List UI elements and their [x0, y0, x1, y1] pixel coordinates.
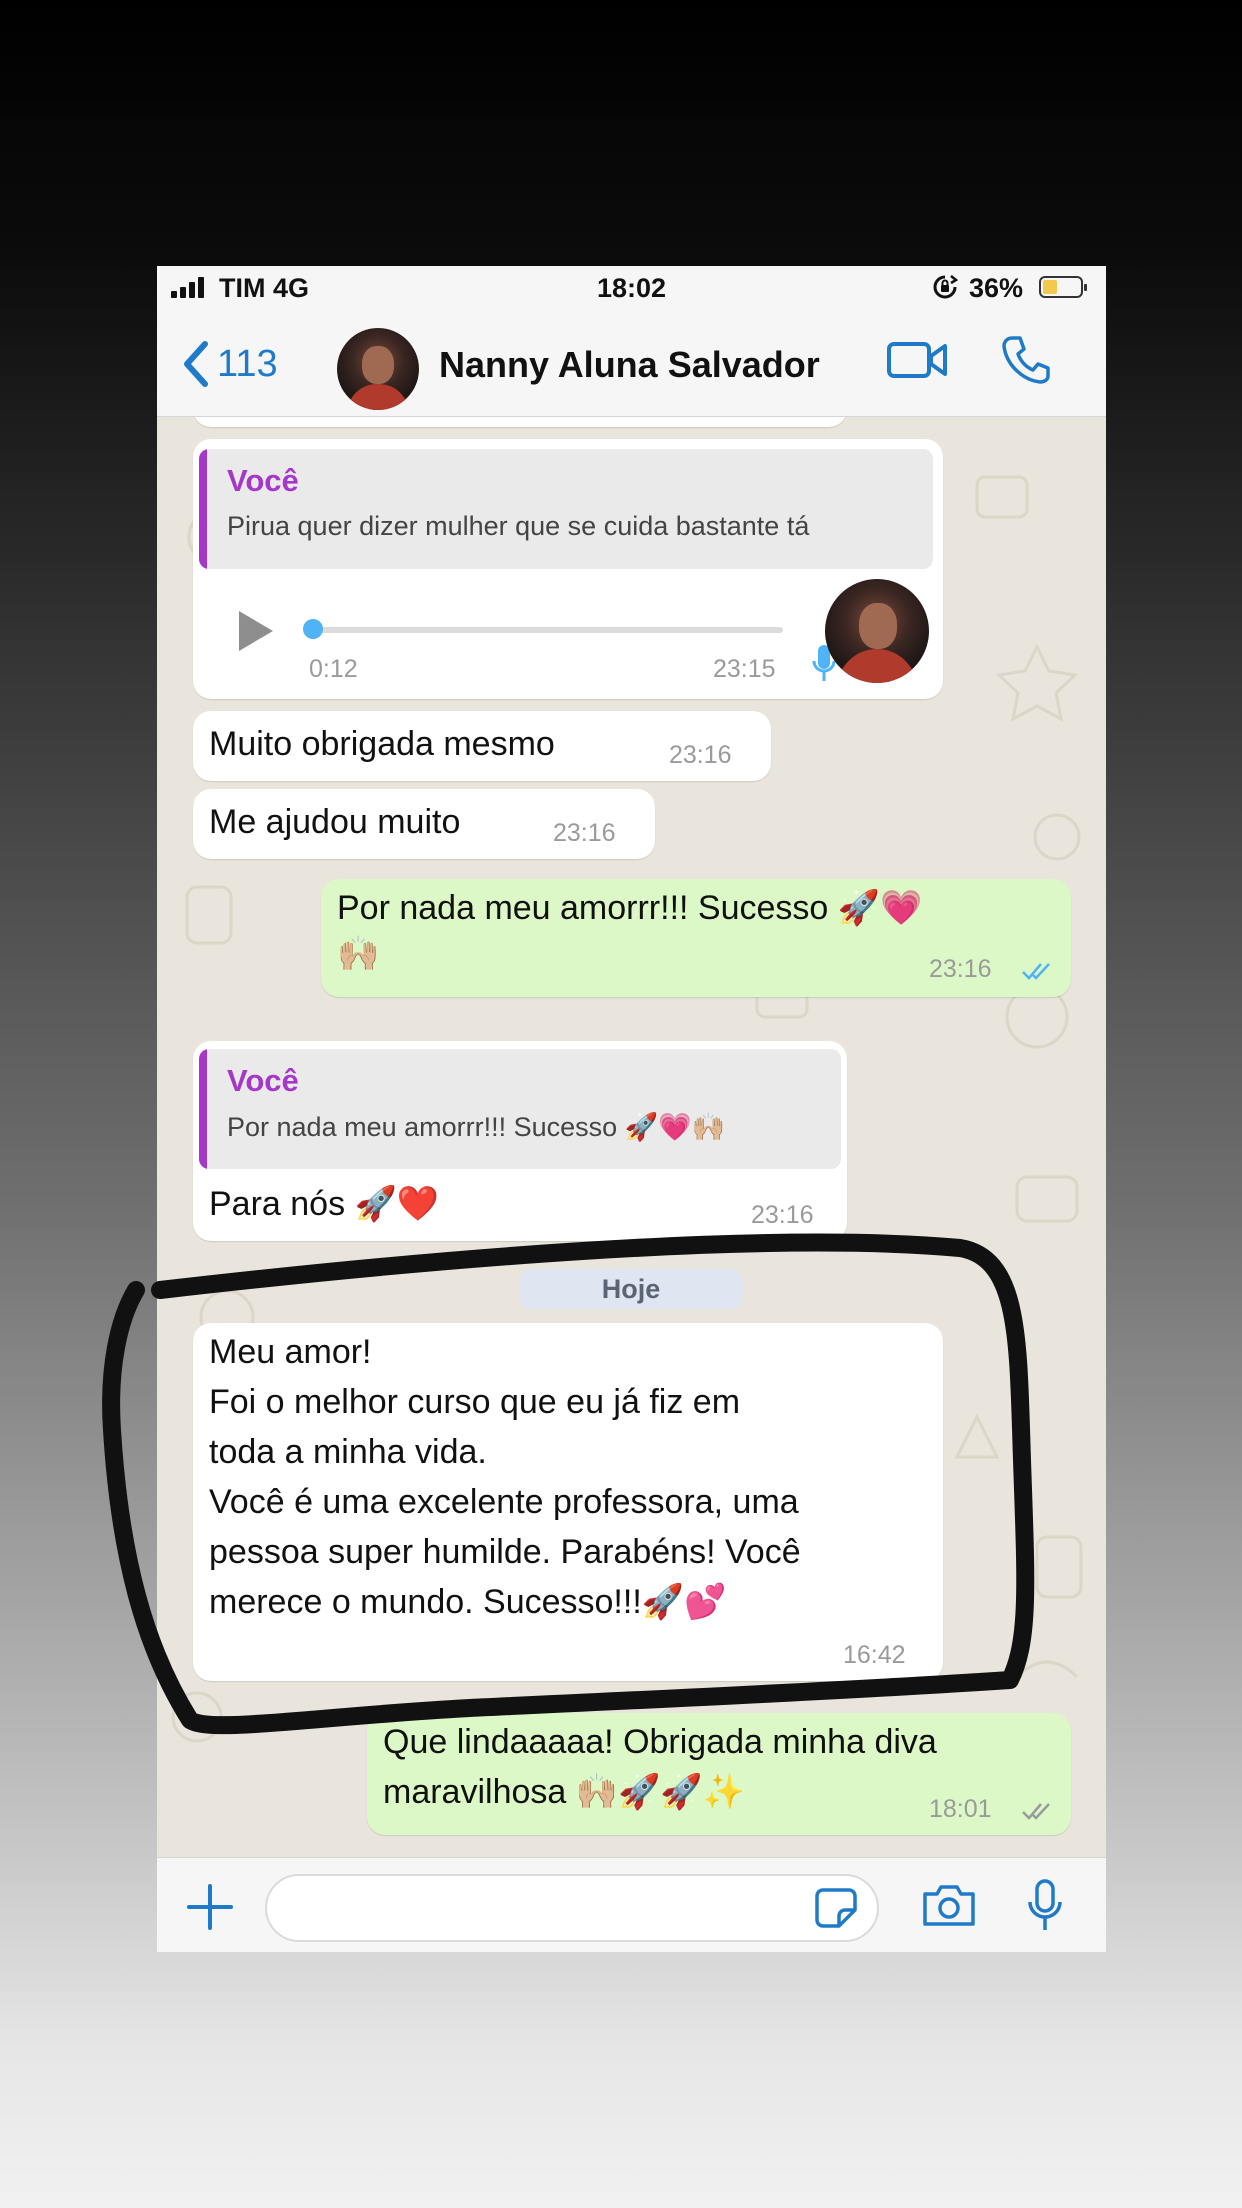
message-text-line2: maravilhosa 🙌🏼🚀🚀✨ — [383, 1773, 746, 1811]
contact-avatar[interactable] — [337, 328, 419, 410]
phone-icon[interactable] — [1000, 334, 1052, 386]
double-check-icon — [1022, 963, 1050, 980]
lock-rotation-icon — [933, 275, 958, 299]
battery-icon — [1039, 276, 1087, 298]
camera-icon[interactable] — [921, 1882, 977, 1928]
sender-avatar — [825, 579, 929, 683]
back-chevron-icon — [184, 341, 208, 387]
message-text-line1: Que lindaaaaa! Obrigada minha diva — [383, 1723, 937, 1761]
message-bubble-incoming[interactable]: Muito obrigada mesmo 23:16 — [193, 711, 771, 781]
message-bubble-partial — [193, 417, 847, 427]
message-text-line2: Foi o melhor curso que eu já fiz em — [209, 1383, 741, 1421]
message-bubble-incoming[interactable]: Você Por nada meu amorrr!!! Sucesso 🚀💗🙌🏼… — [193, 1041, 847, 1241]
quote-text: Por nada meu amorrr!!! Sucesso 🚀💗🙌🏼 — [227, 1112, 726, 1142]
contact-name[interactable]: Nanny Aluna Salvador — [439, 344, 820, 386]
audio-progress-track[interactable] — [313, 627, 783, 633]
plus-icon[interactable] — [187, 1884, 233, 1930]
message-text: Para nós 🚀❤️ — [209, 1185, 440, 1223]
message-bubble-outgoing[interactable]: Que lindaaaaa! Obrigada minha diva marav… — [367, 1713, 1071, 1835]
message-input[interactable] — [265, 1874, 879, 1942]
quote-author: Você — [227, 463, 299, 498]
message-text-line6: merece o mundo. Sucesso!!!🚀💕 — [209, 1583, 727, 1621]
message-text: Me ajudou muito — [209, 803, 461, 841]
message-bubble-incoming[interactable]: Me ajudou muito 23:16 — [193, 789, 655, 859]
message-time: 16:42 — [843, 1641, 906, 1669]
message-time: 23:16 — [929, 955, 992, 983]
mic-icon[interactable] — [1027, 1878, 1063, 1934]
clock: 18:02 — [596, 273, 667, 303]
play-icon[interactable] — [235, 609, 275, 653]
message-text-line3: toda a minha vida. — [209, 1433, 487, 1471]
phone-screen: TIM 4G 18:02 36% 113 Nanny Aluna Salvado… — [157, 266, 1106, 1952]
message-text-line2: 🙌🏼 — [337, 935, 380, 973]
message-text-line5: pessoa super humilde. Parabéns! Você — [209, 1533, 801, 1571]
audio-duration: 0:12 — [309, 655, 358, 683]
quote-text: Pirua quer dizer mulher que se cuida bas… — [227, 511, 810, 541]
message-time: 23:15 — [713, 655, 776, 683]
message-time: 23:16 — [553, 819, 616, 847]
message-text-line1: Por nada meu amorrr!!! Sucesso 🚀💗 — [337, 889, 923, 927]
composer-bar — [157, 1857, 1106, 1952]
quoted-message[interactable]: Você Pirua quer dizer mulher que se cuid… — [199, 449, 933, 569]
message-bubble-incoming[interactable]: Você Pirua quer dizer mulher que se cuid… — [193, 439, 943, 699]
sticker-icon[interactable] — [815, 1888, 857, 1928]
quoted-message[interactable]: Você Por nada meu amorrr!!! Sucesso 🚀💗🙌🏼 — [199, 1049, 841, 1169]
status-bar: TIM 4G 18:02 36% — [157, 266, 1106, 312]
message-time: 23:16 — [751, 1201, 814, 1229]
message-time: 18:01 — [929, 1795, 992, 1823]
audio-scrubber[interactable] — [303, 619, 323, 639]
unread-count: 113 — [217, 342, 278, 385]
message-text: Muito obrigada mesmo — [209, 725, 555, 763]
back-button[interactable]: 113 — [181, 334, 278, 394]
battery-percent: 36% — [969, 273, 1024, 303]
quote-author: Você — [227, 1063, 299, 1098]
double-check-icon — [1022, 1803, 1050, 1820]
date-divider: Hoje — [519, 1269, 743, 1309]
chat-thread[interactable]: Você Pirua quer dizer mulher que se cuid… — [157, 417, 1106, 1857]
message-bubble-incoming[interactable]: Meu amor! Foi o melhor curso que eu já f… — [193, 1323, 943, 1681]
video-call-icon[interactable] — [887, 338, 949, 382]
chat-header: 113 Nanny Aluna Salvador — [157, 312, 1106, 417]
message-time: 23:16 — [669, 741, 732, 769]
message-text-line4: Você é uma excelente professora, uma — [209, 1483, 799, 1521]
message-bubble-outgoing[interactable]: Por nada meu amorrr!!! Sucesso 🚀💗 🙌🏼 23:… — [321, 879, 1071, 997]
message-text-line1: Meu amor! — [209, 1333, 372, 1371]
